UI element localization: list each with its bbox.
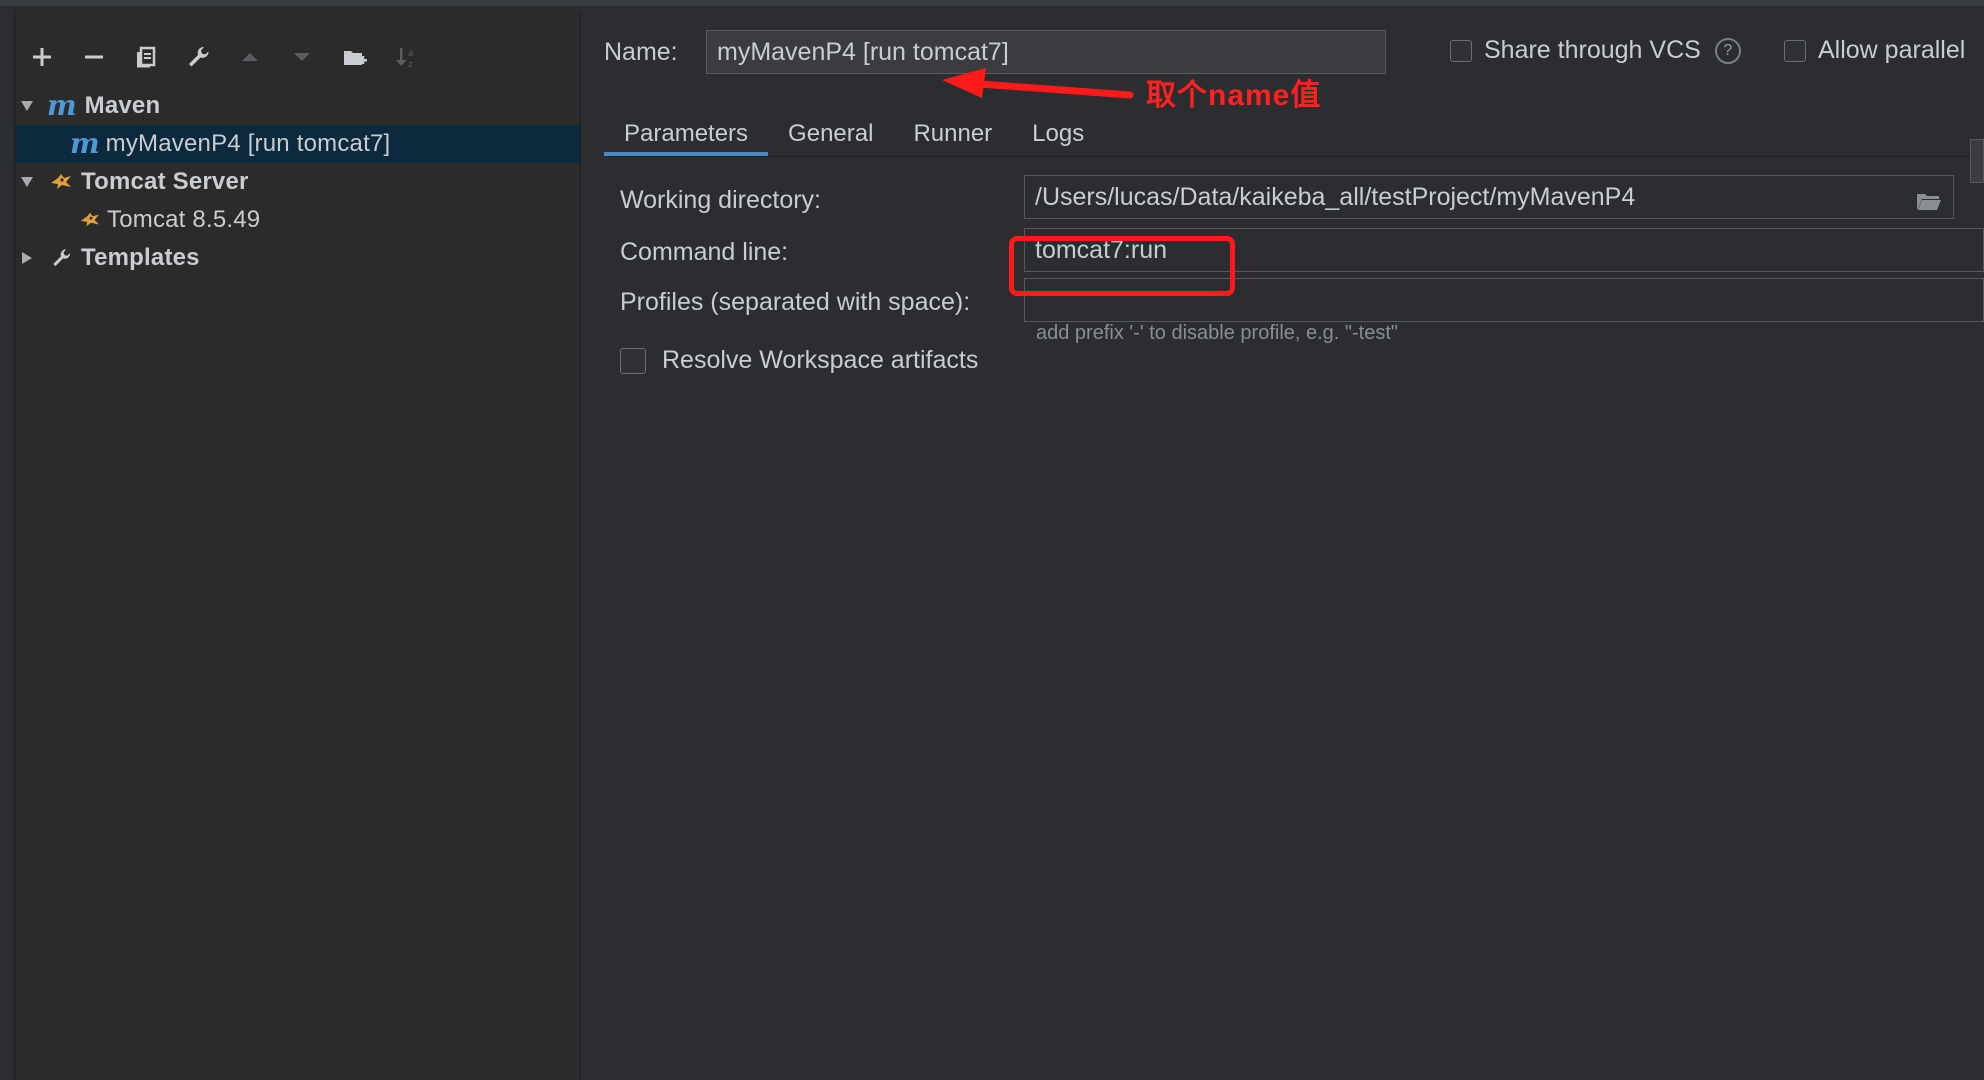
move-up-button[interactable] xyxy=(231,38,269,76)
tree-label-mymavenp4: myMavenP4 [run tomcat7] xyxy=(105,130,391,157)
arrow-down-icon xyxy=(294,53,310,61)
copy-button[interactable] xyxy=(127,38,165,76)
tab-general[interactable]: General xyxy=(768,100,893,156)
configuration-editor: Name: myMavenP4 [run tomcat7] Share thro… xyxy=(580,10,1984,1080)
maven-icon: m xyxy=(70,127,100,160)
resolve-workspace-option: Resolve Workspace artifacts xyxy=(620,346,978,375)
tree-node-maven[interactable]: m Maven xyxy=(15,87,580,125)
configurations-panel: az m Maven m myMavenP4 [run tomcat7] Tom… xyxy=(14,10,581,1080)
tree-label-templates: Templates xyxy=(81,244,200,271)
sort-icon: az xyxy=(396,48,414,70)
maven-icon: m xyxy=(47,89,77,122)
tabs-divider xyxy=(604,156,1984,157)
tomcat-icon xyxy=(47,170,75,194)
profiles-hint: add prefix '-' to disable profile, e.g. … xyxy=(1036,322,1399,344)
wrench-icon xyxy=(189,46,209,67)
expand-arrow-icon[interactable] xyxy=(17,172,37,192)
move-down-button[interactable] xyxy=(283,38,321,76)
configurations-toolbar: az xyxy=(23,30,425,84)
new-folder-icon xyxy=(344,51,367,65)
tree-node-mymavenp4[interactable]: m myMavenP4 [run tomcat7] xyxy=(15,125,580,163)
allow-parallel-checkbox[interactable] xyxy=(1784,39,1806,62)
add-icon xyxy=(33,48,51,66)
command-line-highlight xyxy=(1009,236,1235,296)
annotation-text: 取个name值 xyxy=(1146,79,1322,112)
name-label: Name: xyxy=(604,38,678,66)
resolve-workspace-label: Resolve Workspace artifacts xyxy=(662,346,979,374)
tomcat-icon xyxy=(77,208,103,232)
tree-node-templates[interactable]: Templates xyxy=(15,239,580,277)
resolve-workspace-checkbox[interactable] xyxy=(620,347,646,374)
profiles-label: Profiles (separated with space): xyxy=(620,288,971,316)
tree-label-maven: Maven xyxy=(84,92,161,119)
add-button[interactable] xyxy=(23,38,61,76)
share-vcs-label: Share through VCS xyxy=(1484,36,1701,64)
folder-icon xyxy=(1917,194,1941,210)
tree-label-tomcat-server: Tomcat Server xyxy=(81,168,249,195)
copy-icon xyxy=(137,46,156,68)
macro-insert-button[interactable] xyxy=(1970,139,1984,183)
wrench-icon xyxy=(47,246,75,270)
annotation-arrow-icon xyxy=(942,68,1134,99)
working-directory-value: /Users/lucas/Data/kaikeba_all/testProjec… xyxy=(1035,183,1636,211)
edit-templates-button[interactable] xyxy=(179,38,217,76)
svg-text:z: z xyxy=(408,60,413,70)
tree-node-tomcat-server[interactable]: Tomcat Server xyxy=(15,163,580,201)
tree-node-tomcat-8[interactable]: Tomcat 8.5.49 xyxy=(15,201,580,239)
allow-parallel-label: Allow parallel xyxy=(1818,36,1966,64)
svg-text:a: a xyxy=(408,49,414,59)
browse-folder-button[interactable] xyxy=(1915,184,1943,226)
share-vcs-checkbox[interactable] xyxy=(1450,39,1472,62)
command-line-label: Command line: xyxy=(620,238,789,266)
working-directory-label: Working directory: xyxy=(620,186,821,214)
working-directory-field[interactable]: /Users/lucas/Data/kaikeba_all/testProjec… xyxy=(1024,175,1954,219)
remove-button[interactable] xyxy=(75,38,113,76)
expand-arrow-icon[interactable] xyxy=(17,96,37,116)
configuration-tree: m Maven m myMavenP4 [run tomcat7] Tomcat… xyxy=(15,87,580,277)
allow-parallel-option: Allow parallel xyxy=(1784,36,1965,65)
tree-label-tomcat-8: Tomcat 8.5.49 xyxy=(107,206,261,233)
share-vcs-option: Share through VCS ? xyxy=(1450,36,1741,65)
remove-icon xyxy=(85,55,103,59)
arrow-up-icon xyxy=(242,53,258,61)
tab-parameters[interactable]: Parameters xyxy=(604,100,769,156)
new-folder-button[interactable] xyxy=(335,38,373,76)
help-icon[interactable]: ? xyxy=(1714,37,1741,64)
sort-button[interactable]: az xyxy=(387,38,425,76)
collapse-arrow-icon[interactable] xyxy=(17,248,37,268)
window-top-strip xyxy=(0,0,1984,6)
